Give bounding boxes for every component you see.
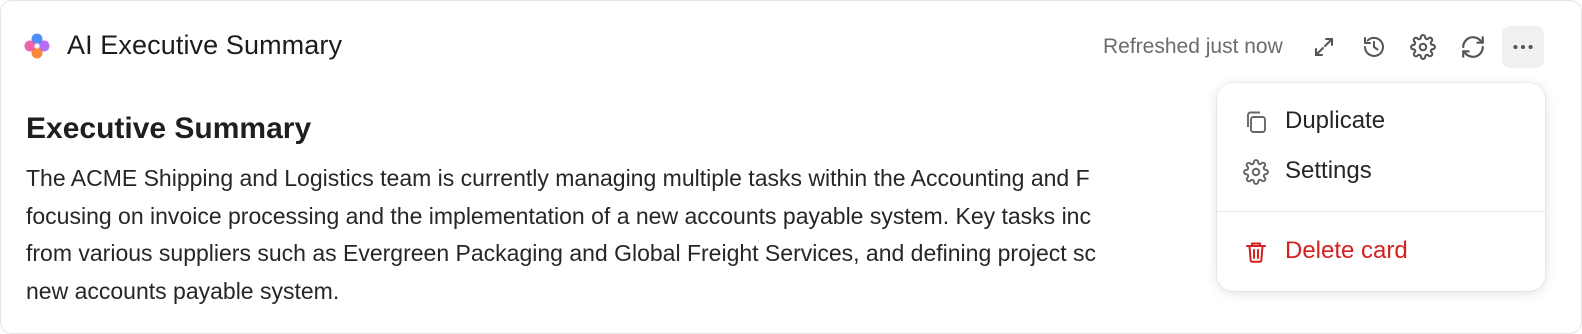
- card-header: AI Executive Summary Refreshed just now: [1, 1, 1581, 93]
- summary-line: The ACME Shipping and Logistics team is …: [26, 165, 1090, 191]
- summary-line: from various suppliers such as Evergreen…: [26, 240, 1097, 266]
- menu-item-duplicate[interactable]: Duplicate: [1217, 97, 1545, 145]
- menu-item-label: Settings: [1285, 157, 1372, 184]
- summary-line: focusing on invoice processing and the i…: [26, 202, 1091, 229]
- history-icon: [1364, 36, 1384, 57]
- summary-line: new accounts payable system.: [26, 277, 340, 304]
- menu-item-settings[interactable]: Settings: [1217, 147, 1545, 195]
- menu-item-label: Duplicate: [1285, 107, 1386, 134]
- trash-icon: [1246, 242, 1266, 263]
- summary-body: The ACME Shipping and Logistics team is …: [26, 160, 1226, 310]
- more-icon: [1513, 44, 1533, 50]
- expand-button[interactable]: [1303, 26, 1345, 68]
- refresh-status: Refreshed just now: [1103, 35, 1283, 58]
- refresh-button[interactable]: [1452, 26, 1494, 68]
- settings-button[interactable]: [1402, 26, 1444, 68]
- more-options-button[interactable]: [1502, 26, 1544, 68]
- copy-icon: [1247, 111, 1266, 133]
- menu-item-label: Delete card: [1285, 237, 1408, 264]
- refresh-icon: [1462, 36, 1484, 58]
- expand-icon: [1315, 38, 1333, 56]
- card-options-menu: Duplicate Settings Delete card: [1217, 83, 1545, 291]
- menu-item-delete-card[interactable]: Delete card: [1217, 227, 1545, 275]
- menu-divider: [1217, 211, 1545, 212]
- gear-icon: [1243, 159, 1269, 185]
- summary-heading: Executive Summary: [26, 112, 312, 145]
- history-button[interactable]: [1353, 26, 1395, 68]
- summary-card: AI Executive Summary Refreshed just now: [0, 0, 1582, 334]
- ai-sparkle-logo-icon: [24, 33, 50, 59]
- gear-icon: [1410, 34, 1436, 60]
- card-title: AI Executive Summary: [67, 30, 343, 60]
